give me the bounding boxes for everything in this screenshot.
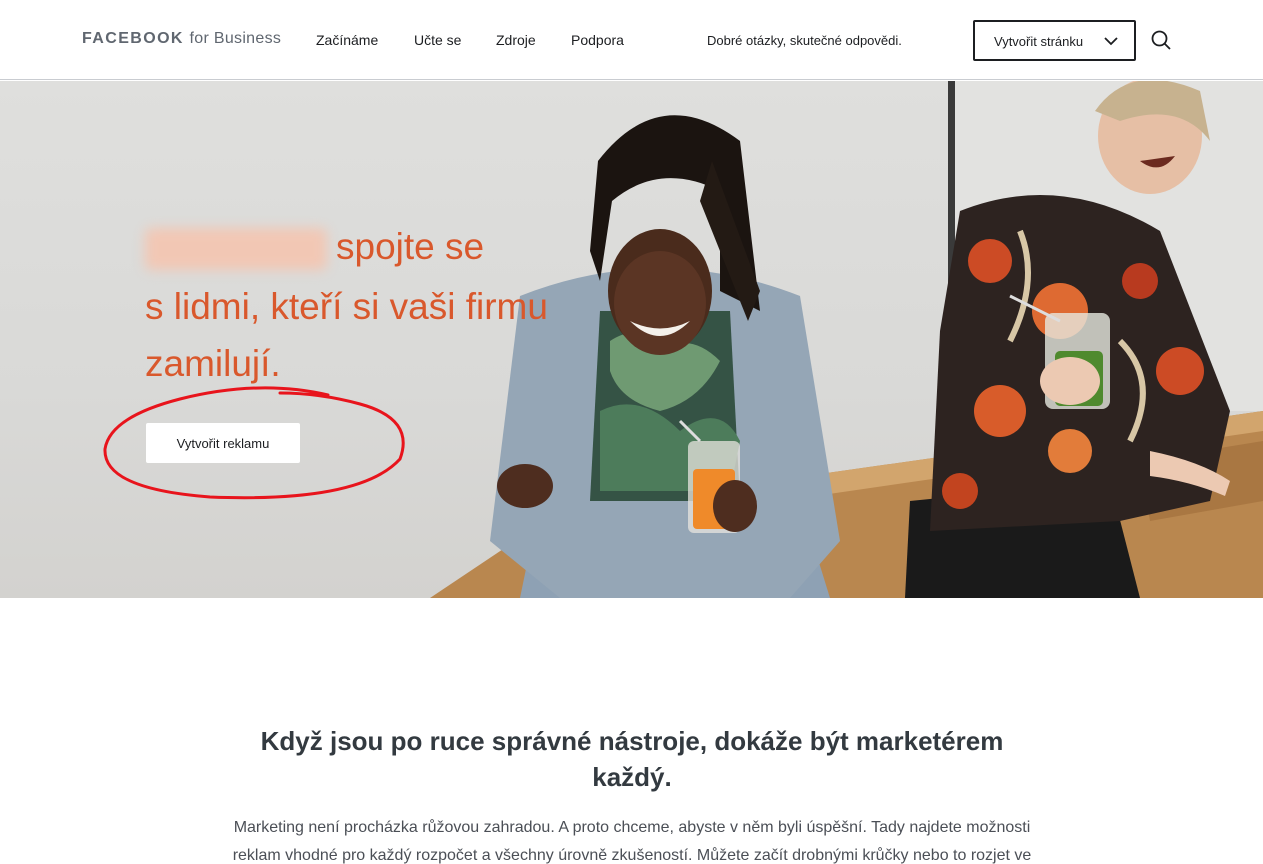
search-icon[interactable] bbox=[1150, 29, 1172, 51]
section-body-text: Marketing není procházka růžovou zahrado… bbox=[232, 819, 1032, 864]
nav-item-zdroje[interactable]: Zdroje bbox=[496, 32, 536, 48]
create-page-button[interactable]: Vytvořit stránku bbox=[973, 20, 1136, 61]
chevron-down-icon bbox=[1104, 37, 1118, 46]
nav-item-ucte-se[interactable]: Učte se bbox=[414, 32, 461, 48]
hero-headline-line2: s lidmi, kteří si vaši firmu bbox=[145, 286, 548, 327]
hero-headline-line1: spojte se bbox=[336, 226, 485, 267]
red-annotation-circle bbox=[103, 386, 405, 500]
person-woman-figure bbox=[490, 115, 840, 598]
section-headline: Když jsou po ruce správné nástroje, doká… bbox=[260, 726, 1004, 792]
tagline-link[interactable]: Dobré otázky, skutečné odpovědi. bbox=[707, 33, 902, 48]
create-page-label: Vytvořit stránku bbox=[994, 34, 1084, 49]
blurred-word bbox=[145, 228, 327, 270]
facebook-for-business-logo[interactable]: FACEBOOK for Business bbox=[82, 30, 281, 48]
logo-brand-text: FACEBOOK bbox=[82, 30, 184, 47]
nav-item-podpora[interactable]: Podpora bbox=[571, 32, 624, 48]
hero-banner: spojte se s lidmi, kteří si vaši firmu z… bbox=[0, 81, 1263, 598]
hero-photo bbox=[430, 81, 1263, 598]
nav-item-zaciname[interactable]: Začínáme bbox=[316, 32, 378, 48]
top-navigation-bar: FACEBOOK for Business Začínáme Učte se Z… bbox=[0, 0, 1263, 80]
logo-suffix-text: for Business bbox=[189, 30, 282, 47]
